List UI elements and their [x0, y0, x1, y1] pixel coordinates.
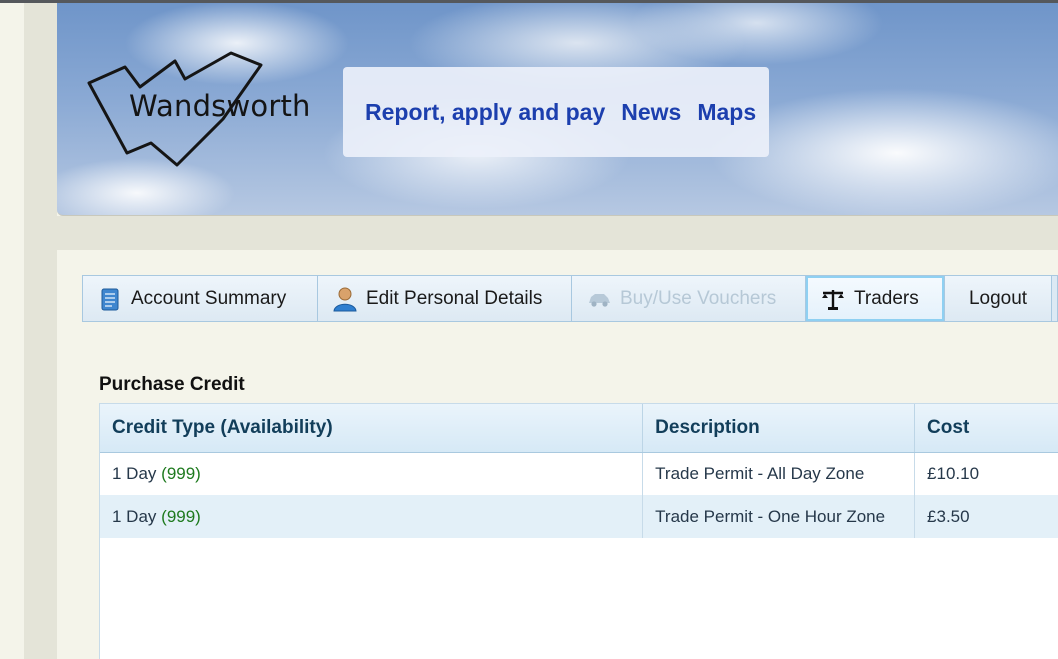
- description-cell: Trade Permit - One Hour Zone: [642, 495, 916, 538]
- scroll-icon: [101, 288, 119, 310]
- person-icon: [333, 287, 357, 311]
- nav-link-maps[interactable]: Maps: [697, 99, 756, 126]
- column-header-credit-type[interactable]: Credit Type (Availability): [100, 404, 644, 453]
- credit-type: 1 Day: [112, 463, 157, 483]
- logo-text: Wandsworth: [129, 89, 311, 123]
- header-banner: Wandsworth Report, apply and pay News Ma…: [57, 3, 1058, 216]
- tab-account-summary[interactable]: Account Summary: [83, 276, 318, 321]
- left-sidebar-band: [24, 3, 57, 659]
- tab-label: Buy/Use Vouchers: [620, 287, 777, 309]
- availability-count: (999): [161, 506, 201, 526]
- tab-label: Account Summary: [131, 287, 287, 309]
- table-header-row: Credit Type (Availability) Description C…: [100, 404, 1058, 453]
- scales-icon: [822, 289, 844, 310]
- tab-traders[interactable]: Traders: [806, 276, 945, 321]
- credit-type: 1 Day: [112, 506, 157, 526]
- cost-cell: £10.10: [914, 452, 1058, 495]
- column-header-cost[interactable]: Cost: [914, 404, 1058, 453]
- table-row[interactable]: 1 Day (999) Trade Permit - All Day Zone …: [100, 452, 1058, 495]
- section-title: Purchase Credit: [99, 374, 245, 395]
- left-margin: [0, 3, 24, 659]
- table-row[interactable]: 1 Day (999) Trade Permit - One Hour Zone…: [100, 495, 1058, 538]
- purchase-credit-table: Credit Type (Availability) Description C…: [99, 403, 1058, 659]
- tab-label: Logout: [968, 287, 1028, 309]
- tab-edit-personal-details[interactable]: Edit Personal Details: [318, 276, 572, 321]
- credit-type-cell[interactable]: 1 Day (999): [100, 495, 644, 538]
- tab-label: Edit Personal Details: [366, 287, 543, 309]
- column-header-description[interactable]: Description: [642, 404, 916, 453]
- credit-type-cell[interactable]: 1 Day (999): [100, 452, 644, 495]
- description-cell: Trade Permit - All Day Zone: [642, 452, 916, 495]
- tab-logout[interactable]: Logout: [945, 276, 1052, 321]
- nav-link-news[interactable]: News: [621, 99, 681, 126]
- availability-count: (999): [161, 463, 201, 483]
- account-tabs: Account Summary Edit Personal Details Bu…: [82, 275, 1058, 322]
- tab-buy-use-vouchers[interactable]: Buy/Use Vouchers: [572, 276, 806, 321]
- header-separator: [57, 216, 1058, 250]
- top-nav: Report, apply and pay News Maps: [343, 67, 769, 157]
- nav-link-report-apply-pay[interactable]: Report, apply and pay: [365, 99, 605, 126]
- car-icon: [589, 293, 610, 307]
- tab-label: Traders: [854, 287, 919, 309]
- cost-cell: £3.50: [914, 495, 1058, 538]
